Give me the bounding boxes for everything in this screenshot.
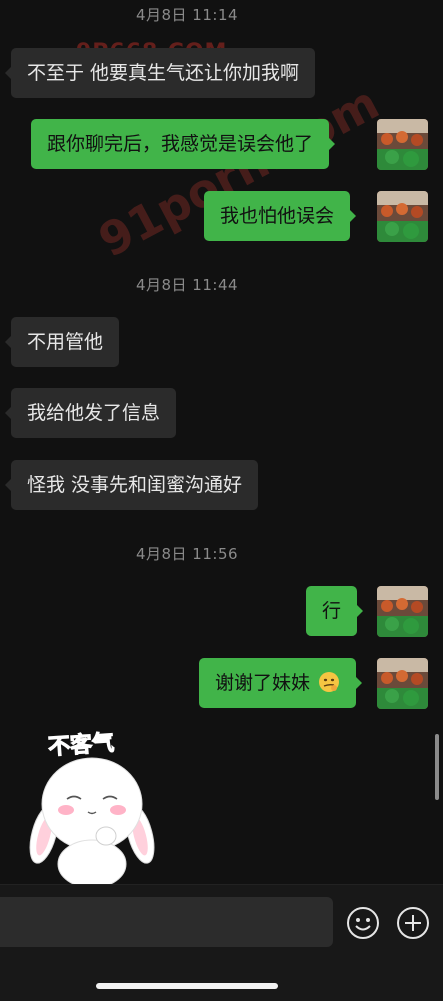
outgoing-message-bubble[interactable]: 行 <box>306 586 364 636</box>
message-text: 谢谢了妹妹 <box>215 672 311 694</box>
timestamp: 4月8日 11:44 <box>135 276 239 294</box>
avatar[interactable] <box>377 119 428 170</box>
message-input[interactable] <box>0 897 333 947</box>
incoming-message-bubble[interactable]: 怪我 没事先和闺蜜沟通好 <box>4 460 259 510</box>
outgoing-message-bubble[interactable]: 我也怕他误会 <box>204 191 357 241</box>
home-indicator[interactable] <box>96 983 278 989</box>
timestamp: 4月8日 11:14 <box>135 6 239 24</box>
avatar-photo-icon <box>377 119 428 170</box>
avatar[interactable] <box>377 658 428 709</box>
incoming-message-bubble[interactable]: 不至于 他要真生气还让你加我啊 <box>4 48 316 98</box>
scrollbar[interactable] <box>435 734 439 800</box>
message-text: 跟你聊完后，我感觉是误会他了 <box>47 133 314 155</box>
incoming-message-bubble[interactable]: 我给他发了信息 <box>4 388 177 438</box>
outgoing-message-bubble[interactable]: 跟你聊完后，我感觉是误会他了 <box>31 119 336 169</box>
avatar-photo-icon <box>377 191 428 242</box>
message-text: 不用管他 <box>27 331 104 353</box>
avatar[interactable] <box>377 586 428 637</box>
avatar-photo-icon <box>377 658 428 709</box>
message-text: 不至于 他要真生气还让你加我啊 <box>27 62 300 84</box>
outgoing-message-bubble[interactable]: 谢谢了妹妹 <box>199 658 363 708</box>
smiley-icon[interactable] <box>346 906 380 940</box>
avatar[interactable] <box>377 191 428 242</box>
message-text: 我给他发了信息 <box>27 402 161 424</box>
incoming-message-bubble[interactable]: 不用管他 <box>4 317 120 367</box>
message-text: 我也怕他误会 <box>220 205 335 227</box>
avatar-photo-icon <box>377 586 428 637</box>
message-text: 行 <box>322 600 342 622</box>
smirk-emoji-icon <box>319 672 340 692</box>
plus-circle-icon[interactable] <box>396 906 430 940</box>
timestamp: 4月8日 11:56 <box>135 545 239 563</box>
message-text: 怪我 没事先和闺蜜沟通好 <box>27 474 243 496</box>
sticker-caption: 不客气 <box>47 730 116 761</box>
